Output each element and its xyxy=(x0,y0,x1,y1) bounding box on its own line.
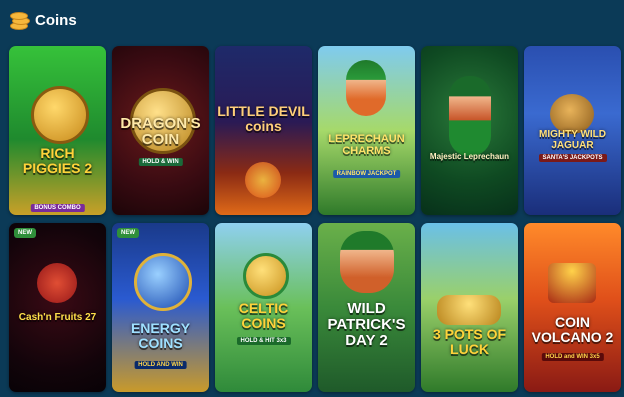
pot-icon xyxy=(437,295,501,325)
game-title: WILD PATRICK'S DAY 2 xyxy=(327,300,406,349)
game-title: Cash'n Fruits 27 xyxy=(18,312,97,323)
game-title: MIGHTY WILD JAGUAR xyxy=(538,129,607,151)
game-tile-cashn-fruits[interactable]: NEW Cash'n Fruits 27 xyxy=(9,223,106,392)
game-tile-coin-volcano[interactable]: COIN VOLCANO 2 HOLD and WIN 3x5 xyxy=(524,223,621,392)
game-tile-wild-patricks-day[interactable]: WILD PATRICK'S DAY 2 xyxy=(318,223,415,392)
coin-icon xyxy=(134,253,192,311)
leprechaun-icon xyxy=(340,231,394,293)
game-title: RICH PIGGIES 2 xyxy=(22,145,93,176)
game-subtitle: SANTA'S JACKPOTS xyxy=(538,154,607,162)
game-title: Majestic Leprechaun xyxy=(429,152,510,161)
game-title: CELTIC COINS xyxy=(238,300,289,331)
game-title: ENERGY COINS xyxy=(130,320,191,351)
game-tile-dragons-coin[interactable]: DRAGON'S COIN HOLD & WIN xyxy=(112,46,209,215)
game-subtitle: HOLD and WIN 3x5 xyxy=(541,353,604,361)
jaguar-icon xyxy=(550,94,594,134)
new-badge: NEW xyxy=(117,228,139,238)
game-tile-majestic-leprechaun[interactable]: Majestic Leprechaun xyxy=(421,46,518,215)
game-tile-mighty-wild-jaguar[interactable]: MIGHTY WILD JAGUAR SANTA'S JACKPOTS xyxy=(524,46,621,215)
leprechaun-icon xyxy=(346,60,386,116)
coins-icon xyxy=(9,10,30,30)
game-tile-3-pots-of-luck[interactable]: 3 POTS OF LUCK xyxy=(421,223,518,392)
volcano-icon xyxy=(548,263,596,303)
game-tile-leprechaun-charms[interactable]: LEPRECHAUN CHARMS RAINBOW JACKPOT xyxy=(318,46,415,215)
section-title: Coins xyxy=(35,11,77,29)
game-title: COIN VOLCANO 2 xyxy=(531,314,614,345)
leprechaun-icon xyxy=(449,76,491,156)
game-subtitle: HOLD & WIN xyxy=(138,158,183,166)
game-subtitle: RAINBOW JACKPOT xyxy=(332,170,401,178)
fire-icon xyxy=(245,162,281,198)
game-subtitle: HOLD AND WIN xyxy=(134,361,187,369)
game-title: LEPRECHAUN CHARMS xyxy=(328,133,405,157)
game-tile-energy-coins[interactable]: NEW ENERGY COINS HOLD AND WIN xyxy=(112,223,209,392)
section-header: Coins xyxy=(9,8,77,32)
clover-coin-icon xyxy=(243,253,289,299)
game-subtitle: BONUS COMBO xyxy=(30,204,85,212)
game-title: 3 POTS OF LUCK xyxy=(432,326,507,357)
new-badge: NEW xyxy=(14,228,36,238)
game-tile-rich-piggies[interactable]: RICH PIGGIES 2 BONUS COMBO xyxy=(9,46,106,215)
game-title: LITTLE DEVIL coins xyxy=(217,103,310,134)
game-title: DRAGON'S COIN xyxy=(120,115,201,148)
game-tile-little-devil[interactable]: LITTLE DEVIL coins xyxy=(215,46,312,215)
game-subtitle: HOLD & HIT 3x3 xyxy=(236,337,291,345)
game-tile-celtic-coins[interactable]: CELTIC COINS HOLD & HIT 3x3 xyxy=(215,223,312,392)
seven-icon xyxy=(37,263,77,303)
piggy-icon xyxy=(31,86,89,144)
